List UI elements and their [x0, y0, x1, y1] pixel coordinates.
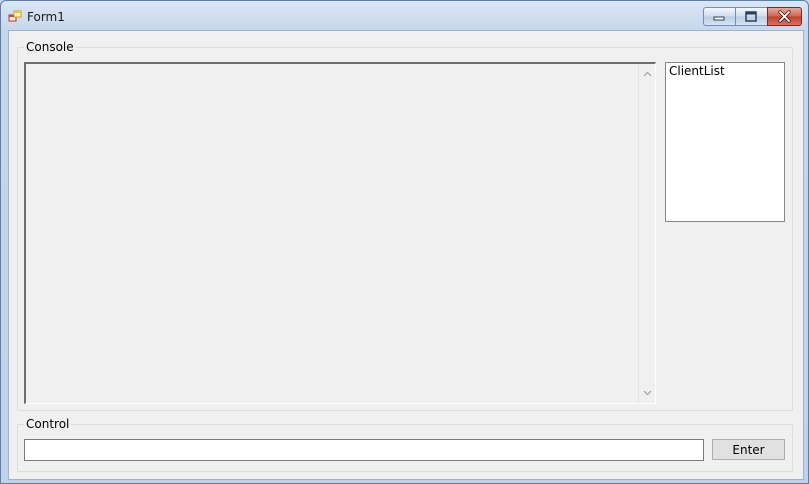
close-button[interactable]: [767, 7, 802, 26]
application-window: Form1 Console ClientList Control Enter: [0, 0, 809, 484]
close-icon: [778, 10, 791, 23]
title-bar[interactable]: Form1: [1, 1, 808, 31]
enter-button[interactable]: Enter: [712, 439, 785, 460]
console-group-label: Console: [24, 40, 76, 54]
control-group-label: Control: [24, 417, 72, 431]
form-app-icon: [8, 10, 22, 22]
maximize-button[interactable]: [735, 7, 767, 26]
caption-buttons: [703, 7, 802, 26]
scroll-down-arrow-icon[interactable]: [643, 390, 652, 396]
form-client-area: Console ClientList Control Enter: [8, 30, 804, 480]
command-input[interactable]: [24, 439, 704, 461]
console-scrollbar[interactable]: [638, 64, 655, 403]
window-title: Form1: [27, 10, 65, 24]
console-output[interactable]: [24, 62, 656, 404]
minimize-button[interactable]: [703, 7, 735, 26]
client-list-box[interactable]: ClientList: [665, 62, 785, 222]
minimize-icon: [713, 16, 725, 21]
scroll-up-arrow-icon[interactable]: [643, 71, 652, 77]
client-list-item[interactable]: ClientList: [666, 63, 784, 79]
maximize-icon: [745, 11, 757, 22]
